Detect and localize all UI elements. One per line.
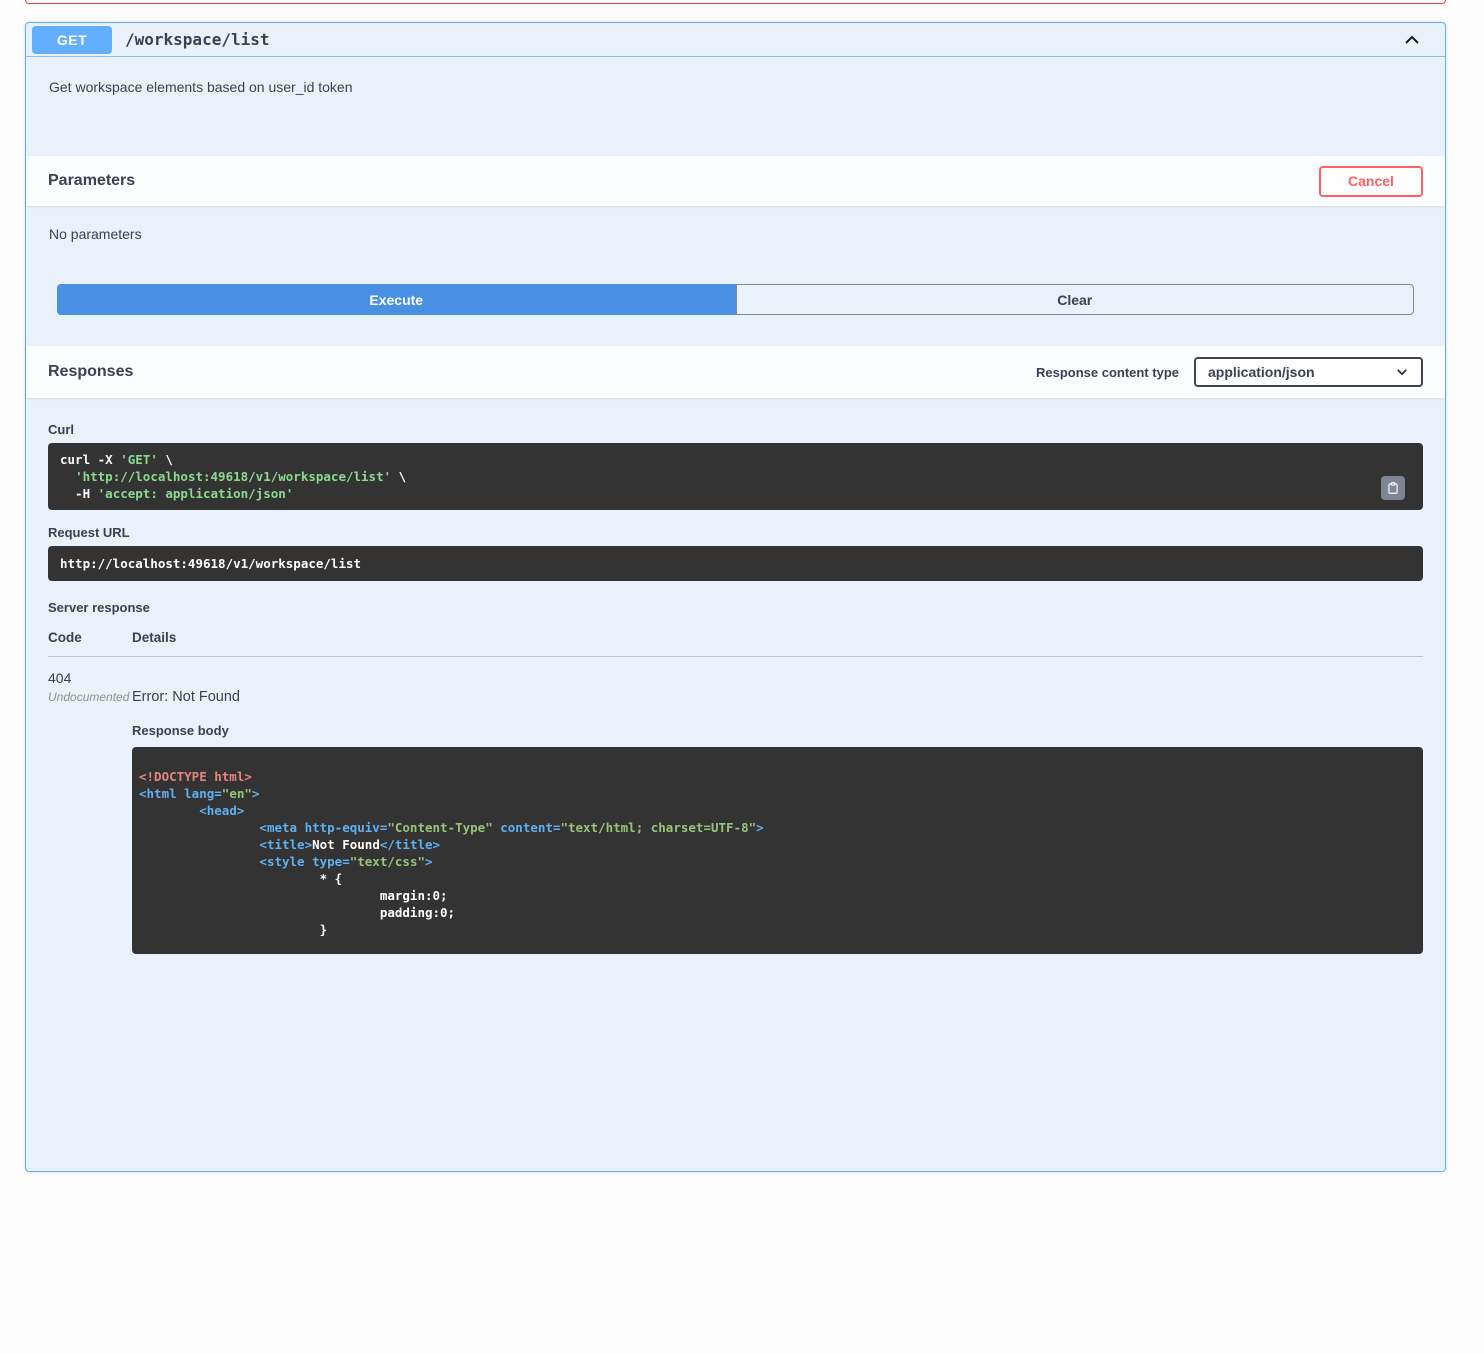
execute-wrapper: Execute Clear: [26, 284, 1445, 315]
responses-title: Responses: [48, 363, 134, 380]
endpoint-path: /workspace/list: [125, 30, 270, 49]
curl-command: curl -X 'GET' \ 'http://localhost:49618/…: [60, 452, 407, 501]
no-parameters-text: No parameters: [49, 226, 142, 242]
details-column-header: Details: [132, 630, 1423, 657]
request-url-value: http://localhost:49618/v1/workspace/list: [60, 556, 362, 571]
error-message: Error: Not Found: [132, 689, 240, 705]
response-body-block: <!DOCTYPE html> <html lang="en"> <head> <…: [132, 747, 1423, 954]
request-url-label: Request URL: [48, 525, 130, 540]
chevron-up-icon: [1402, 30, 1422, 50]
execute-button[interactable]: Execute: [57, 284, 736, 315]
response-body-code: <!DOCTYPE html> <html lang="en"> <head> <…: [139, 769, 764, 937]
endpoint-description: Get workspace elements based on user_id …: [49, 79, 353, 95]
method-badge: GET: [32, 25, 112, 54]
collapse-button[interactable]: [1397, 25, 1427, 55]
curl-command-block: curl -X 'GET' \ 'http://localhost:49618/…: [48, 443, 1423, 510]
parameters-body: No parameters Execute Clear: [26, 206, 1445, 346]
response-content-type-label: Response content type: [1035, 364, 1179, 380]
request-url-block: http://localhost:49618/v1/workspace/list: [48, 546, 1423, 581]
response-code-cell: 404 Undocumented: [48, 657, 132, 954]
adjacent-endpoint-bottom-edge: [25, 0, 1446, 4]
response-content-type-select[interactable]: application/json: [1194, 357, 1423, 387]
parameters-header: Parameters Cancel: [26, 156, 1445, 206]
response-body-label: Response body: [132, 723, 229, 738]
status-code: 404: [48, 670, 72, 686]
code-column-header: Code: [48, 630, 132, 657]
endpoint-summary[interactable]: GET /workspace/list: [26, 23, 1445, 57]
clipboard-icon: [1386, 481, 1400, 495]
chevron-down-icon: [1395, 365, 1409, 379]
selected-content-type: application/json: [1208, 364, 1315, 380]
clear-button[interactable]: Clear: [735, 284, 1414, 315]
cancel-button[interactable]: Cancel: [1319, 165, 1423, 197]
response-content-type-group: Response content type application/json: [1036, 357, 1423, 387]
endpoint-panel-get-workspace-list: GET /workspace/list Get workspace elemen…: [25, 22, 1446, 1172]
server-response-label: Server response: [48, 600, 150, 615]
undocumented-note: Undocumented: [48, 690, 130, 704]
responses-body: Curl curl -X 'GET' \ 'http://localhost:4…: [26, 398, 1445, 1354]
curl-label: Curl: [48, 422, 74, 437]
responses-header: Responses Response content type applicat…: [26, 346, 1445, 398]
parameters-title: Parameters: [48, 172, 136, 189]
server-response-table: Code Details 404 Undocumented Error: Not…: [48, 630, 1423, 954]
copy-to-clipboard-button[interactable]: [1381, 476, 1405, 500]
response-details-cell: Error: Not Found Response body <!DOCTYPE…: [132, 657, 1423, 954]
